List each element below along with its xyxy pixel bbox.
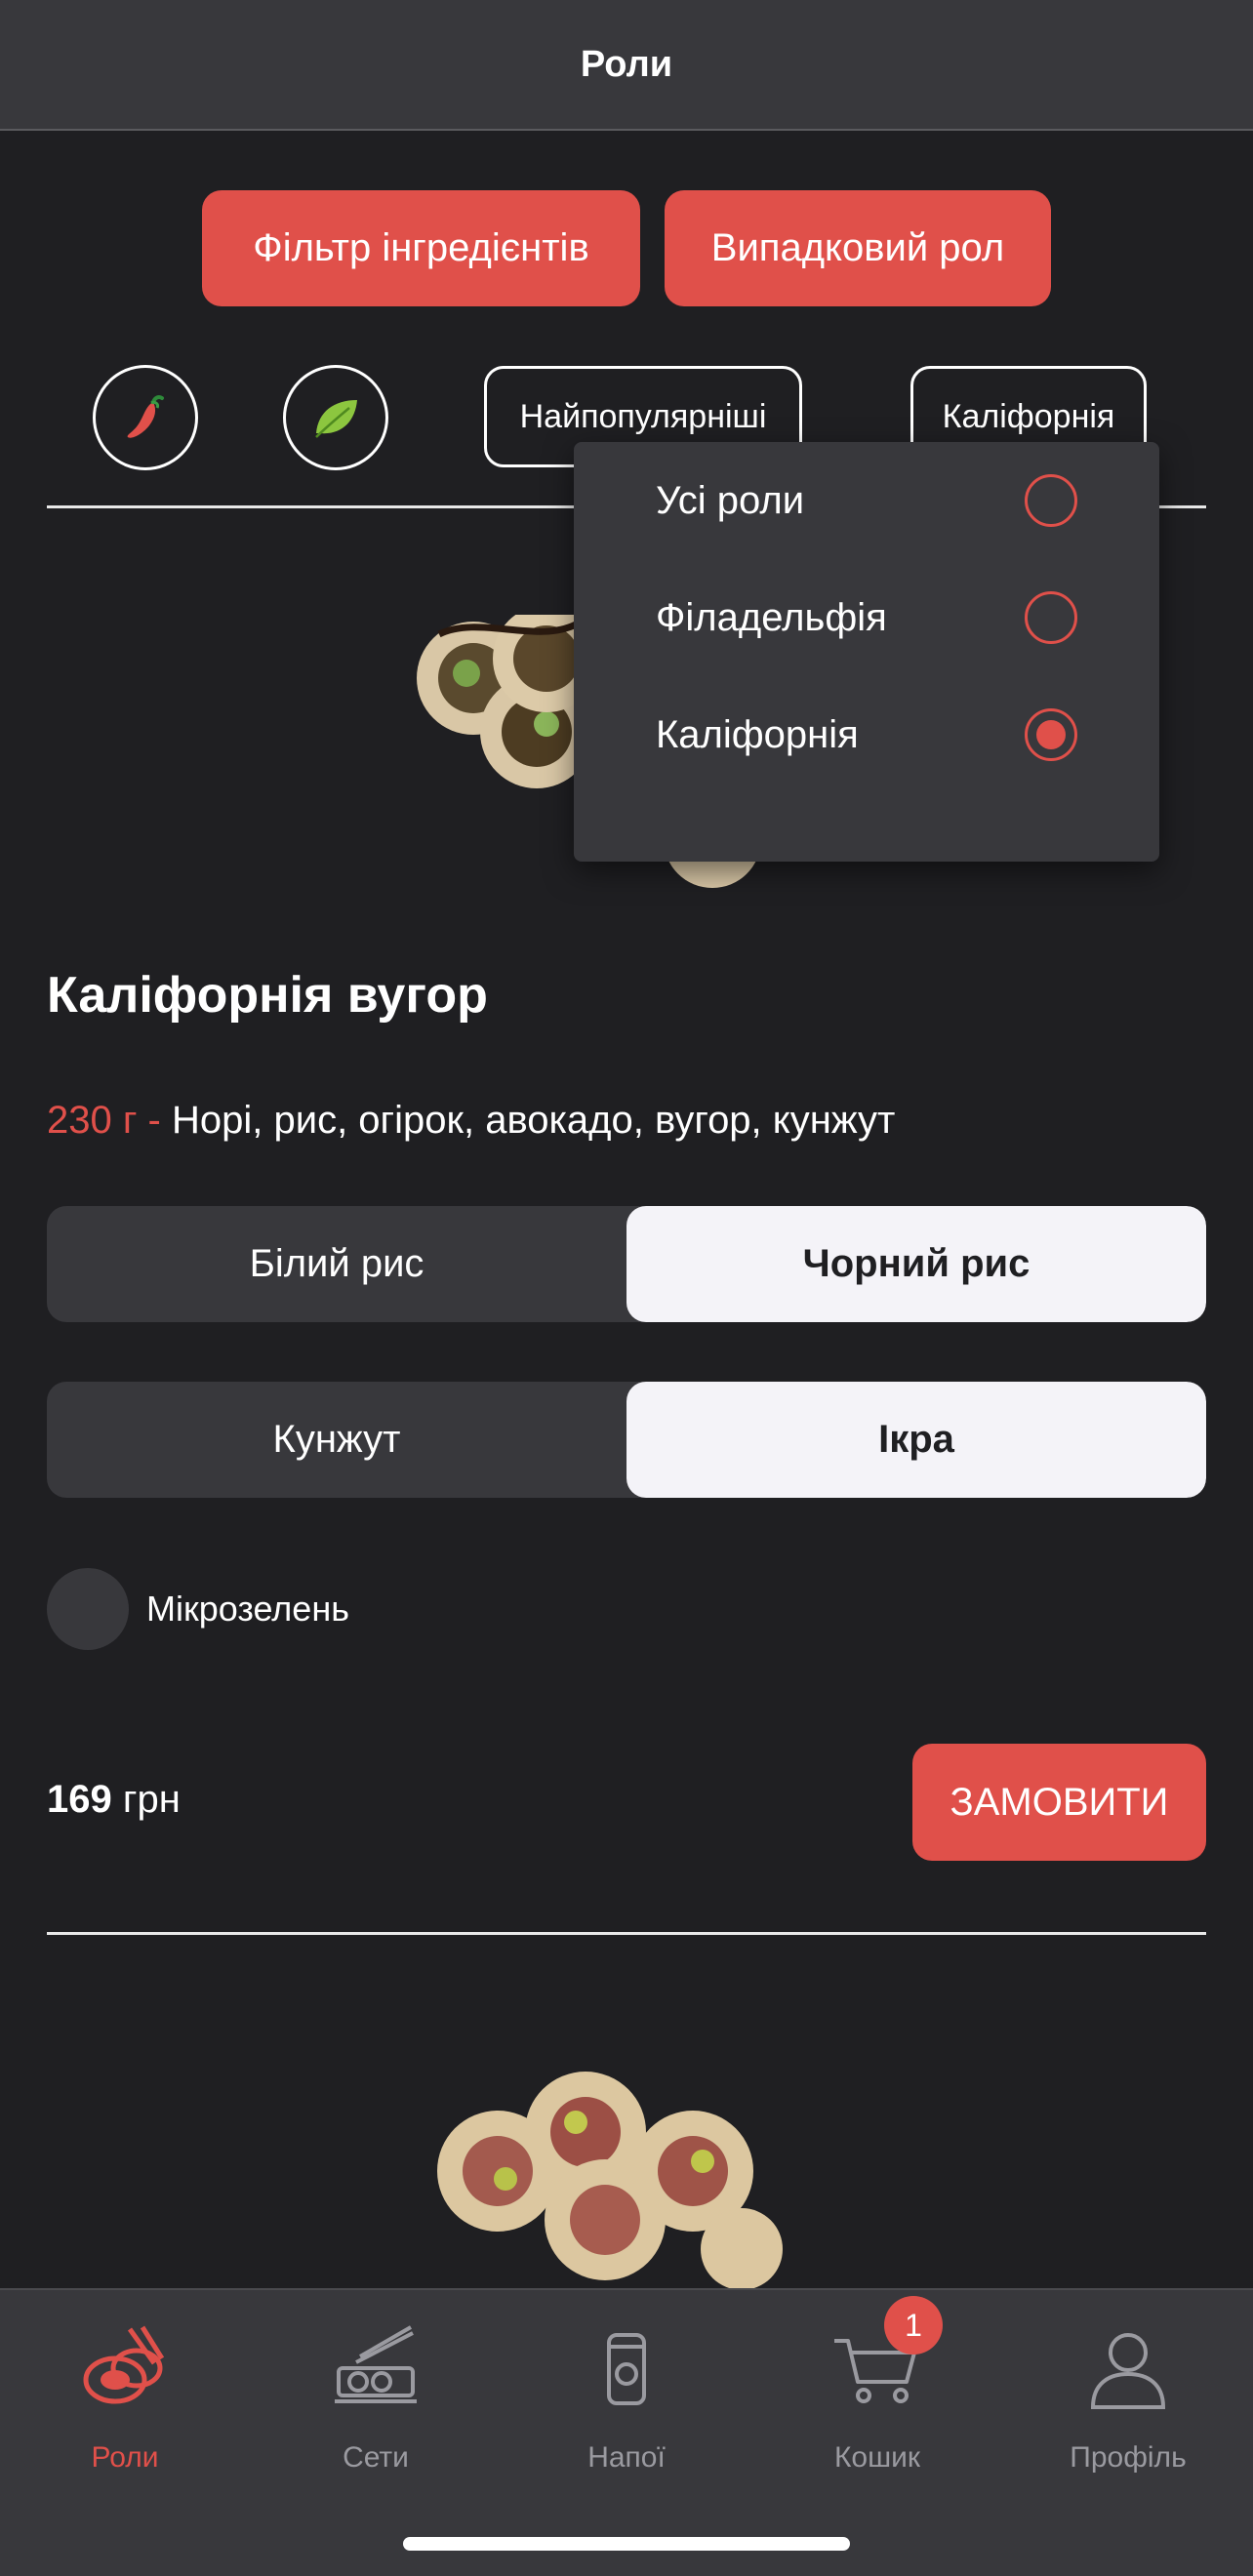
tab-label: Роли <box>91 2441 159 2474</box>
leaf-icon <box>315 400 357 438</box>
order-button[interactable]: ЗАМОВИТИ <box>912 1744 1206 1861</box>
divider <box>47 1932 1206 1935</box>
radio-button-selected[interactable] <box>1025 708 1077 761</box>
category-dropdown-menu: Усі роли Філадельфія Каліфорнія <box>574 442 1159 862</box>
dropdown-option-label: Каліфорнія <box>656 712 859 756</box>
vegan-filter-button[interactable] <box>283 365 388 470</box>
microgreens-checkbox[interactable] <box>47 1568 129 1650</box>
dropdown-option-label: Усі роли <box>656 478 805 522</box>
price-value: 169 <box>47 1778 112 1821</box>
cart-count-badge: 1 <box>884 2296 943 2355</box>
topping-selector: Кунжут Ікра <box>47 1382 1206 1498</box>
tab-drinks[interactable]: Напої <box>502 2290 751 2515</box>
random-roll-button[interactable]: Випадковий рол <box>665 190 1051 306</box>
tab-label: Сети <box>343 2441 409 2474</box>
dropdown-option-all[interactable]: Усі роли <box>574 442 1159 559</box>
tab-profile[interactable]: Профіль <box>1003 2290 1253 2515</box>
tab-label: Кошик <box>833 2441 921 2474</box>
tab-label: Напої <box>587 2441 666 2474</box>
product-description: 230 г - Норі, рис, огірок, авокадо, вуго… <box>47 1099 895 1143</box>
drink-can-icon <box>607 2333 646 2405</box>
price-currency: грн <box>122 1778 181 1821</box>
rice-option-black[interactable]: Чорний рис <box>626 1206 1206 1322</box>
product-image <box>437 2072 783 2288</box>
bottom-tab-bar: Роли Сети Напої Кошик Профіль <box>0 2288 1253 2576</box>
rice-selector: Білий рис Чорний рис <box>47 1206 1206 1322</box>
page-title: Роли <box>580 43 673 85</box>
home-indicator <box>403 2537 850 2551</box>
radio-button[interactable] <box>1025 591 1077 644</box>
dropdown-option-california[interactable]: Каліфорнія <box>574 676 1159 793</box>
tab-rolls[interactable]: Роли <box>0 2290 250 2515</box>
ingredient-filter-button[interactable]: Фільтр інгредієнтів <box>202 190 640 306</box>
tab-sets[interactable]: Сети <box>251 2290 501 2515</box>
user-icon <box>1090 2333 1166 2409</box>
microgreens-label: Мікрозелень <box>146 1589 349 1629</box>
product-ingredients: Норі, рис, огірок, авокадо, вугор, кунжу… <box>172 1099 896 1142</box>
top-bar: Роли <box>0 0 1253 131</box>
product-weight: 230 г - <box>47 1099 161 1142</box>
topping-option-sesame[interactable]: Кунжут <box>47 1382 626 1498</box>
tab-label: Профіль <box>1070 2441 1187 2474</box>
chili-pepper-icon <box>127 395 164 438</box>
product-title: Каліфорнія вугор <box>47 967 488 1024</box>
sushi-roll-icon <box>83 2325 165 2404</box>
topping-option-caviar[interactable]: Ікра <box>626 1382 1206 1498</box>
rice-option-white[interactable]: Білий рис <box>47 1206 626 1322</box>
product-price: 169 грн <box>47 1778 181 1822</box>
tab-cart[interactable]: Кошик <box>752 2290 1002 2515</box>
dropdown-option-label: Філадельфія <box>656 595 887 639</box>
dropdown-option-philadelphia[interactable]: Філадельфія <box>574 559 1159 676</box>
spicy-filter-button[interactable] <box>93 365 198 470</box>
sushi-set-icon <box>335 2325 417 2403</box>
radio-button[interactable] <box>1025 474 1077 527</box>
